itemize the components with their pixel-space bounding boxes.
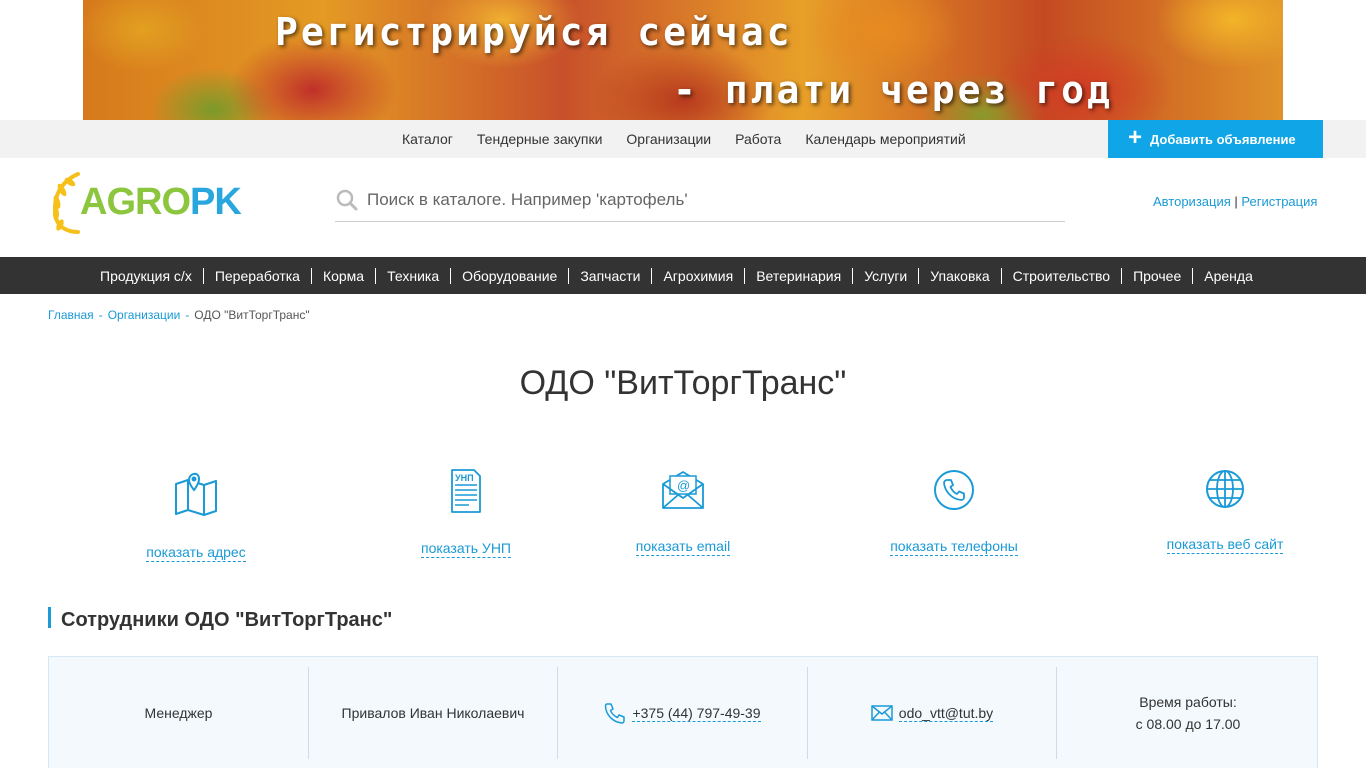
unp-block: УНП показать УНП [415, 468, 517, 558]
breadcrumb-separator: - [185, 308, 190, 322]
breadcrumb-separator: - [98, 308, 103, 322]
staff-position: Менеджер [49, 667, 309, 759]
search-icon[interactable] [335, 188, 359, 212]
show-address-link[interactable]: показать адрес [146, 544, 246, 562]
staff-email-link[interactable]: odo_vtt@tut.by [898, 705, 994, 722]
banner-line-1: Регистрируйся сейчас [275, 10, 793, 54]
staff-name: Привалов Иван Николаевич [309, 667, 558, 759]
breadcrumb-home[interactable]: Главная [48, 308, 94, 322]
staff-email-cell: odo_vtt@tut.by [808, 667, 1057, 759]
category-veterinary[interactable]: Ветеринария [744, 267, 852, 284]
auth-separator: | [1234, 194, 1238, 209]
staff-row: Менеджер Привалов Иван Николаевич +375 (… [48, 656, 1318, 768]
staff-hours-label: Время работы: [1139, 694, 1237, 710]
add-listing-label: Добавить объявление [1150, 131, 1296, 147]
auth-links: Авторизация | Регистрация [1153, 194, 1317, 209]
svg-text:@: @ [677, 478, 690, 493]
category-equipment[interactable]: Оборудование [450, 267, 568, 284]
category-services[interactable]: Услуги [852, 267, 918, 284]
category-processing[interactable]: Переработка [202, 267, 311, 284]
category-machinery[interactable]: Техника [375, 267, 450, 284]
site-logo[interactable]: AGROPK [48, 170, 248, 234]
category-nav: Продукция с/х Переработка Корма Техника … [0, 257, 1366, 294]
show-email-link[interactable]: показать email [635, 538, 731, 556]
logo-agro-text: AGRO [80, 180, 191, 223]
category-agri-products[interactable]: Продукция с/х [89, 268, 203, 284]
staff-section-title: Сотрудники ОДО "ВитТоргТранс" [48, 607, 392, 631]
category-construction[interactable]: Строительство [1000, 267, 1121, 284]
staff-hours-value: с 08.00 до 17.00 [1135, 716, 1241, 732]
topnav-tenders[interactable]: Тендерные закупки [477, 131, 603, 147]
envelope-icon [871, 705, 893, 721]
register-link[interactable]: Регистрация [1241, 194, 1317, 209]
category-rent[interactable]: Аренда [1192, 267, 1264, 284]
topnav-jobs[interactable]: Работа [735, 131, 781, 147]
breadcrumb-current: ОДО "ВитТоргТранс" [194, 308, 310, 322]
envelope-icon: @ [662, 471, 704, 509]
login-link[interactable]: Авторизация [1153, 194, 1231, 209]
search-input[interactable] [367, 189, 1047, 210]
search-bar [335, 178, 1065, 222]
logo-pk-text: PK [190, 180, 242, 223]
topnav-organizations[interactable]: Организации [626, 131, 711, 147]
address-block: показать адрес [140, 468, 252, 562]
add-listing-button[interactable]: + Добавить объявление [1108, 120, 1323, 158]
show-unp-link[interactable]: показать УНП [421, 540, 511, 558]
document-unp-icon: УНП [451, 469, 481, 513]
staff-phone-link[interactable]: +375 (44) 797-49-39 [632, 705, 761, 722]
category-feed[interactable]: Корма [310, 267, 375, 284]
map-pin-icon [175, 472, 217, 516]
unp-icon-label: УНП [455, 473, 474, 483]
staff-hours-cell: Время работы: с 08.00 до 17.00 [1057, 667, 1319, 759]
category-agrochemistry[interactable]: Агрохимия [651, 267, 744, 284]
topnav-catalog[interactable]: Каталог [402, 131, 453, 147]
phone-icon [934, 470, 974, 510]
breadcrumb-organizations[interactable]: Организации [108, 308, 181, 322]
promo-banner[interactable]: Регистрируйся сейчас - плати через год [83, 0, 1283, 120]
category-packaging[interactable]: Упаковка [918, 267, 1000, 284]
globe-icon [1206, 470, 1244, 508]
phones-block: показать телефоны [885, 469, 1023, 556]
breadcrumb: Главная - Организации - ОДО "ВитТоргТранс" [48, 308, 310, 322]
category-spare-parts[interactable]: Запчасти [568, 267, 651, 284]
category-other[interactable]: Прочее [1121, 267, 1192, 284]
plus-icon: + [1128, 124, 1143, 151]
phone-icon [605, 703, 626, 724]
show-phones-link[interactable]: показать телефоны [890, 538, 1018, 556]
email-block: @ показать email [628, 468, 738, 556]
show-website-link[interactable]: показать веб сайт [1166, 536, 1284, 554]
website-block: показать веб сайт [1162, 469, 1288, 554]
banner-line-2: - плати через год [673, 68, 1113, 112]
page-title: ОДО "ВитТоргТранс" [519, 364, 847, 402]
staff-phone-cell: +375 (44) 797-49-39 [558, 667, 808, 759]
topnav-events-calendar[interactable]: Календарь мероприятий [805, 131, 965, 147]
